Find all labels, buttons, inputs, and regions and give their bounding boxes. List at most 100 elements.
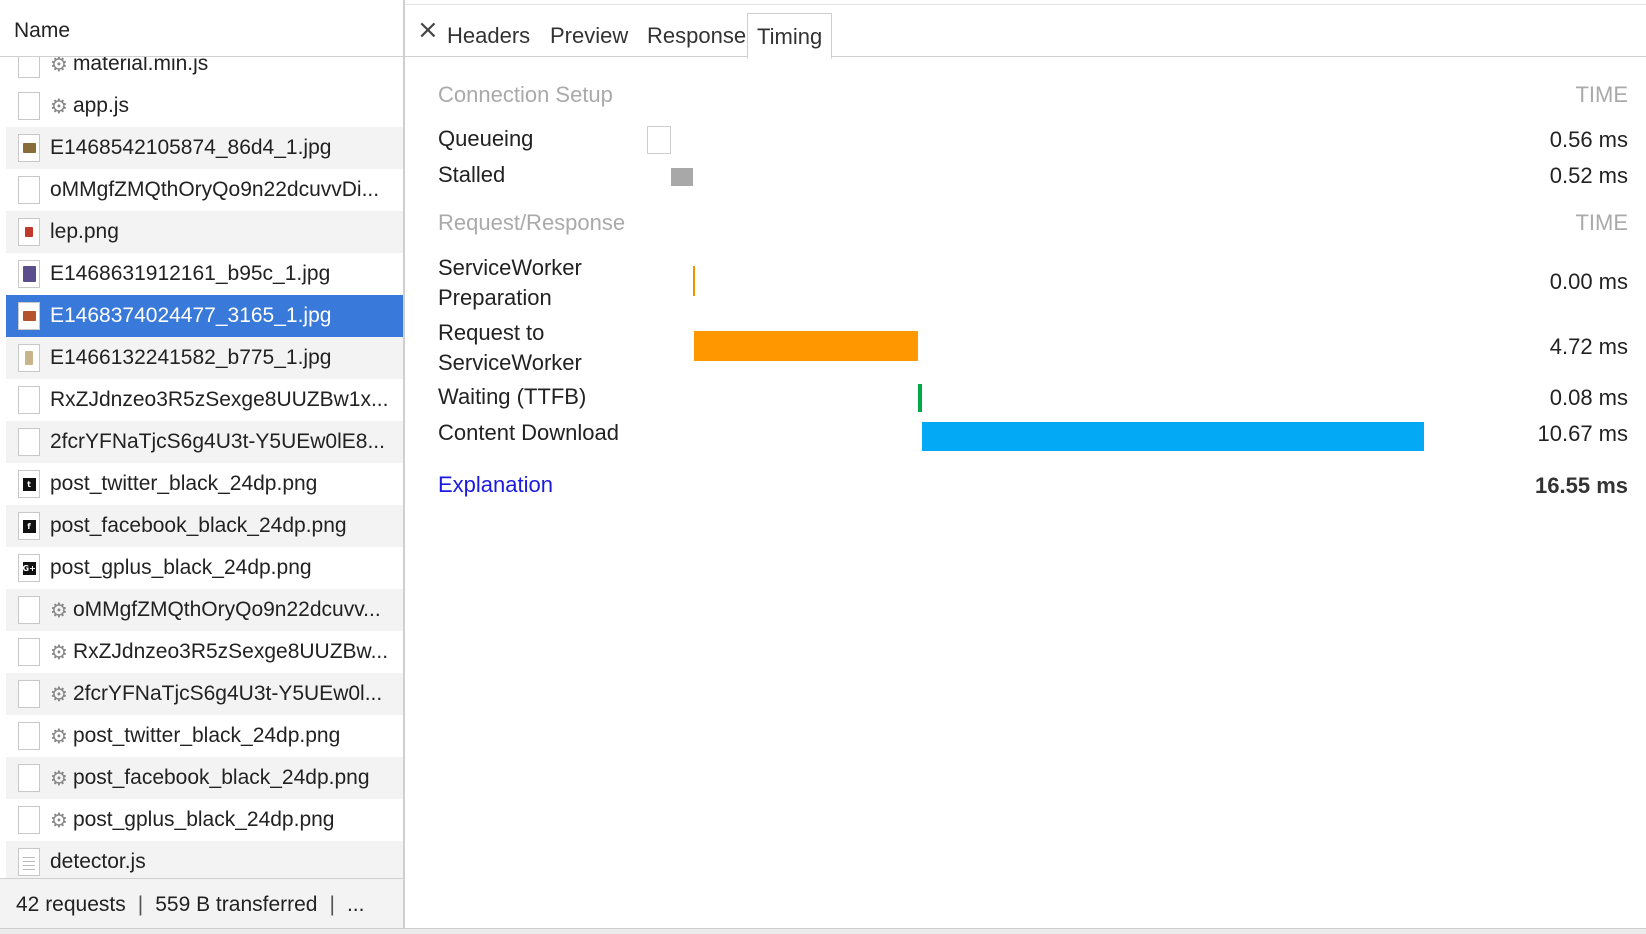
list-item[interactable]: ⚙ post_gplus_black_24dp.png — [6, 799, 403, 841]
label-line: ServiceWorker — [438, 350, 582, 375]
details-tab-bar: × Headers Preview Response Timing — [405, 5, 1646, 59]
content-download-bar — [922, 422, 1424, 451]
gear-icon: ⚙ — [50, 682, 68, 706]
name-column-header[interactable]: Name — [0, 5, 403, 57]
separator: | — [137, 893, 144, 916]
label-line: Preparation — [438, 285, 552, 310]
list-item[interactable]: f post_facebook_black_24dp.png — [6, 505, 403, 547]
file-name: post_gplus_black_24dp.png — [72, 808, 335, 831]
serviceworker-preparation-time: 0.00 ms — [1549, 269, 1628, 294]
image-thumbnail-icon — [18, 260, 40, 288]
image-thumbnail-icon — [18, 344, 40, 372]
blank-file-icon — [18, 176, 40, 204]
serviceworker-preparation-bar — [693, 266, 695, 296]
content-download-label: Content Download — [438, 420, 620, 445]
list-item[interactable]: G+ post_gplus_black_24dp.png — [6, 547, 403, 589]
list-item[interactable]: ⚙ post_twitter_black_24dp.png — [6, 715, 403, 757]
gear-icon: ⚙ — [50, 640, 68, 664]
tab-headers[interactable]: Headers — [438, 13, 539, 58]
list-item[interactable]: ⚙ 2fcrYFNaTjcS6g4U3t-Y5UEw0l... — [6, 673, 403, 715]
list-item[interactable]: ⚙ RxZJdnzeo3R5zSexge8UUZBw... — [6, 631, 403, 673]
file-name: E1466132241582_b775_1.jpg — [50, 346, 332, 369]
stalled-bar — [671, 168, 693, 186]
request-to-serviceworker-time: 4.72 ms — [1549, 334, 1628, 359]
request-response-heading: Request/Response — [438, 210, 626, 235]
transferred-size: 559 B transferred — [155, 893, 318, 916]
gplus-icon: G+ — [18, 554, 40, 582]
list-item[interactable]: detector.js — [6, 841, 403, 878]
request-list[interactable]: ⚙ material.min.js ⚙ app.js E146854210587… — [6, 43, 403, 878]
connection-setup-heading: Connection Setup — [438, 82, 613, 107]
label-line: ServiceWorker — [438, 255, 582, 280]
request-to-serviceworker-bar — [694, 331, 918, 361]
list-item[interactable]: oMMgfZMQthOryQo9n22dcuvvDi... — [6, 169, 403, 211]
file-name: RxZJdnzeo3R5zSexge8UUZBw1x... — [50, 388, 389, 411]
blank-file-icon — [18, 596, 40, 624]
request-to-serviceworker-label: Request to ServiceWorker — [438, 318, 582, 378]
file-name: E1468374024477_3165_1.jpg — [50, 304, 332, 327]
stalled-label: Stalled — [438, 162, 506, 187]
image-thumbnail-icon — [18, 134, 40, 162]
file-name: E1468542105874_86d4_1.jpg — [50, 136, 332, 159]
blank-file-icon — [18, 638, 40, 666]
content-download-time: 10.67 ms — [1537, 421, 1629, 446]
blank-file-icon — [18, 428, 40, 456]
blank-file-icon — [18, 722, 40, 750]
tab-response[interactable]: Response — [638, 13, 755, 58]
list-item-selected[interactable]: E1468374024477_3165_1.jpg — [6, 295, 403, 337]
file-name: lep.png — [50, 220, 119, 243]
tab-timing[interactable]: Timing — [747, 13, 833, 59]
twitter-icon: t — [18, 470, 40, 498]
image-thumbnail-icon — [18, 218, 40, 246]
bottom-divider — [0, 928, 1646, 934]
file-name: post_facebook_black_24dp.png — [72, 766, 370, 789]
close-icon[interactable]: × — [417, 15, 439, 45]
list-item[interactable]: E1468542105874_86d4_1.jpg — [6, 127, 403, 169]
list-item[interactable]: ⚙ oMMgfZMQthOryQo9n22dcuvv... — [6, 589, 403, 631]
queueing-time: 0.56 ms — [1549, 127, 1628, 152]
blank-file-icon — [18, 680, 40, 708]
list-item[interactable]: E1466132241582_b775_1.jpg — [6, 337, 403, 379]
waiting-ttfb-time: 0.08 ms — [1549, 385, 1628, 410]
gear-icon: ⚙ — [50, 808, 68, 832]
total-time: 16.55 ms — [1535, 473, 1628, 498]
list-item[interactable]: 2fcrYFNaTjcS6g4U3t-Y5UEw0lE8... — [6, 421, 403, 463]
tab-preview[interactable]: Preview — [541, 13, 637, 58]
request-count: 42 requests — [16, 893, 126, 916]
file-name: oMMgfZMQthOryQo9n22dcuvvDi... — [50, 178, 380, 201]
facebook-icon: f — [18, 512, 40, 540]
separator: | — [329, 893, 335, 916]
gear-icon: ⚙ — [50, 94, 68, 118]
file-name: app.js — [72, 94, 129, 117]
file-name: oMMgfZMQthOryQo9n22dcuvv... — [72, 598, 381, 621]
time-column-heading: TIME — [1575, 210, 1628, 235]
list-item[interactable]: ⚙ post_facebook_black_24dp.png — [6, 757, 403, 799]
list-item[interactable]: E1468631912161_b95c_1.jpg — [6, 253, 403, 295]
network-request-panel: ⚙ material.min.js ⚙ app.js E146854210587… — [0, 0, 405, 934]
list-item[interactable]: RxZJdnzeo3R5zSexge8UUZBw1x... — [6, 379, 403, 421]
gear-icon: ⚙ — [50, 724, 68, 748]
file-name: RxZJdnzeo3R5zSexge8UUZBw... — [72, 640, 389, 663]
blank-file-icon — [18, 386, 40, 414]
queueing-label: Queueing — [438, 126, 534, 151]
gear-icon: ⚙ — [50, 598, 68, 622]
file-name: 2fcrYFNaTjcS6g4U3t-Y5UEw0l... — [72, 682, 383, 705]
waiting-ttfb-label: Waiting (TTFB) — [438, 384, 587, 409]
blank-file-icon — [18, 806, 40, 834]
time-column-heading: TIME — [1575, 82, 1628, 107]
explanation-link[interactable]: Explanation — [438, 472, 553, 498]
blank-file-icon — [18, 92, 40, 120]
list-item[interactable]: t post_twitter_black_24dp.png — [6, 463, 403, 505]
request-details-panel: × Headers Preview Response Timing Connec… — [405, 0, 1646, 934]
file-name: post_twitter_black_24dp.png — [50, 472, 318, 495]
file-name: 2fcrYFNaTjcS6g4U3t-Y5UEw0lE8... — [50, 430, 385, 453]
overflow-ellipsis: ... — [346, 893, 365, 916]
stalled-time: 0.52 ms — [1549, 163, 1628, 188]
list-item[interactable]: ⚙ app.js — [6, 85, 403, 127]
file-name: detector.js — [50, 850, 146, 873]
file-name: E1468631912161_b95c_1.jpg — [50, 262, 331, 285]
image-thumbnail-icon — [18, 302, 40, 330]
file-name: post_facebook_black_24dp.png — [50, 514, 347, 537]
list-item[interactable]: lep.png — [6, 211, 403, 253]
serviceworker-preparation-label: ServiceWorker Preparation — [438, 253, 582, 313]
